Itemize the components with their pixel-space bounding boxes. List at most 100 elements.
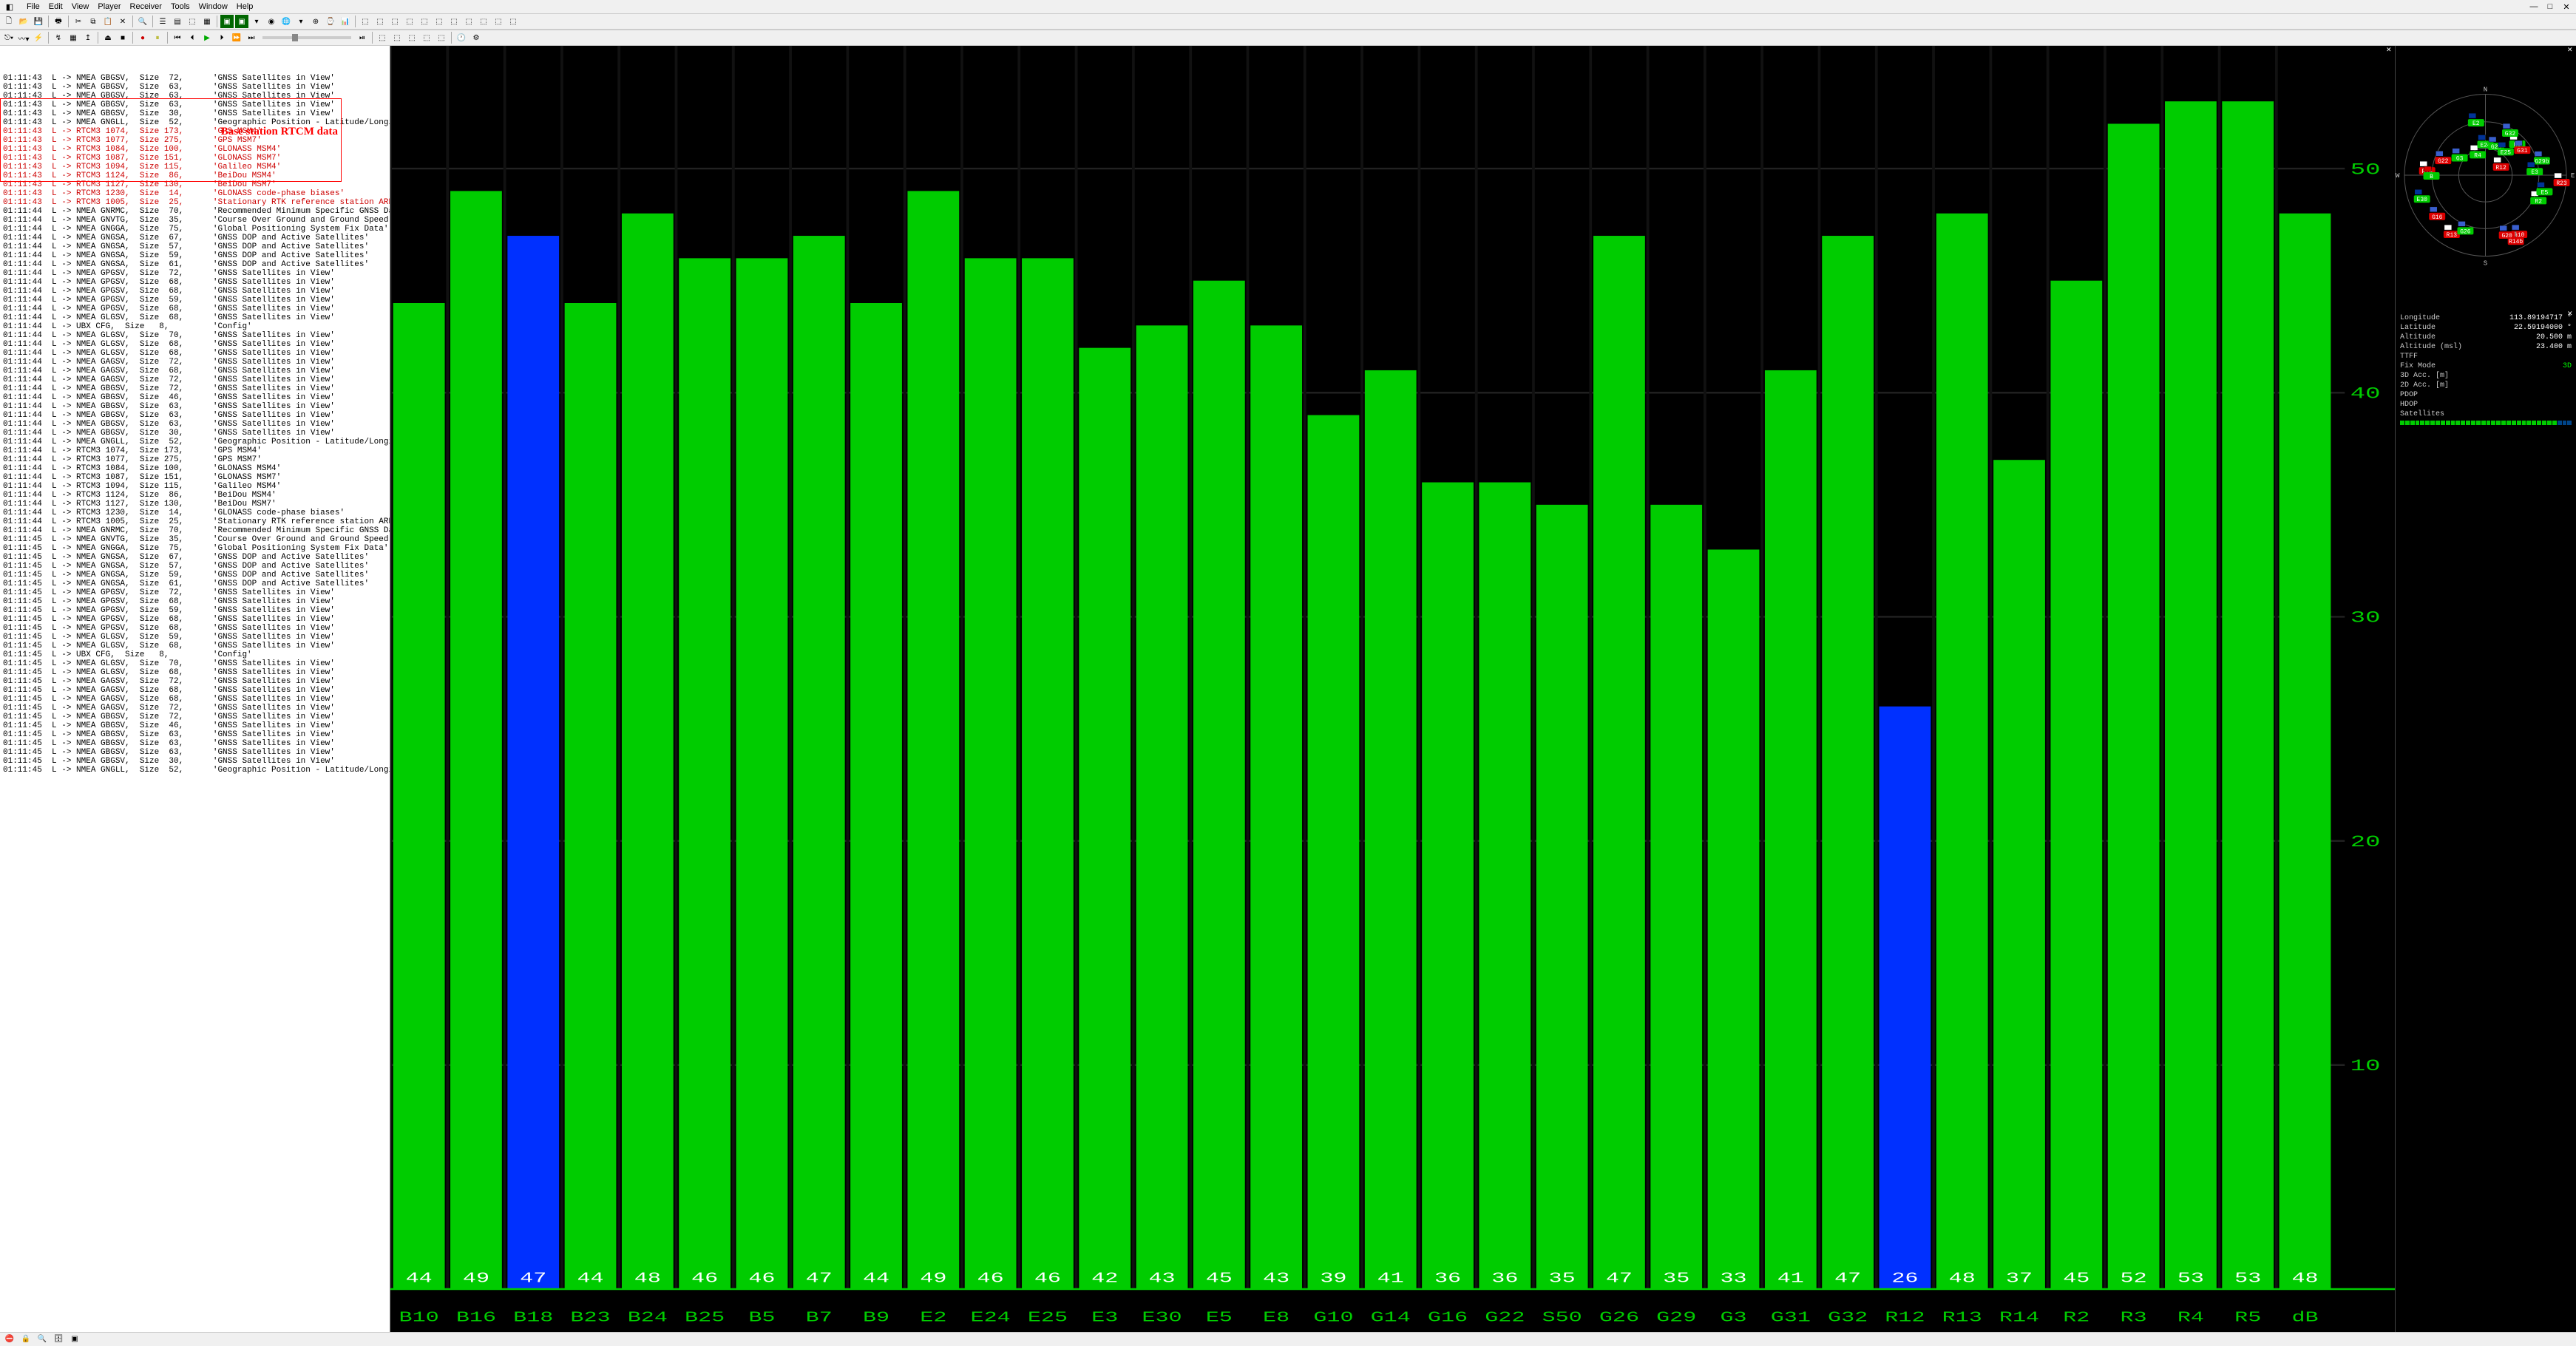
log-line: 01:11:44 L -> NMEA GBGSV, Size 72, 'GNSS… [3, 384, 387, 393]
step-fwd-icon[interactable]: ⏵ [215, 31, 228, 44]
new-icon[interactable]: 🗋 [2, 15, 16, 28]
info-label: TTFF [2400, 352, 2418, 361]
close-button[interactable]: ✕ [2560, 0, 2573, 13]
status-chip-icon[interactable]: ▣ [68, 1333, 81, 1346]
find-icon[interactable]: 🔍 [136, 15, 149, 28]
clock-icon[interactable]: 🕐 [455, 31, 468, 44]
panel-close-icon[interactable]: ✕ [2567, 310, 2576, 319]
copy-icon[interactable]: ⧉ [87, 15, 100, 28]
print-icon[interactable]: 🖶 [52, 15, 65, 28]
bar-label: E5 [1206, 1309, 1233, 1325]
sat-led [2563, 421, 2567, 425]
gear-icon[interactable]: ⚙ [470, 31, 483, 44]
cut-icon[interactable]: ✂ [72, 15, 85, 28]
info-row-altitude_msl: Altitude (msl)23.400 m [2400, 342, 2572, 352]
sat-led [2522, 421, 2526, 425]
bar-value: 53 [2177, 1270, 2204, 1286]
view1-icon[interactable]: ▣ [220, 15, 234, 28]
view-packet-icon[interactable]: ▤ [171, 15, 184, 28]
panel-close-icon[interactable]: ✕ [2567, 46, 2576, 55]
menu-view[interactable]: View [67, 1, 94, 12]
port-icon[interactable]: ⎋▾ [2, 31, 16, 44]
sat-led [2501, 421, 2506, 425]
menu-window[interactable]: Window [194, 1, 232, 12]
pin-icon[interactable]: ↥ [81, 31, 95, 44]
record-icon[interactable]: ● [136, 31, 149, 44]
sat-led [2496, 421, 2501, 425]
panel-close-icon[interactable]: ✕ [2386, 46, 2395, 55]
log-line: 01:11:43 L -> NMEA GBGSV, Size 63, 'GNSS… [3, 101, 387, 109]
signal-bar [1536, 505, 1588, 1289]
message-log[interactable]: Base station RTCM data 01:11:43 L -> NME… [0, 46, 390, 1332]
ffwd-icon[interactable]: ⏩ [230, 31, 243, 44]
status-lock-icon[interactable]: 🔒 [19, 1333, 33, 1346]
bar-value: 43 [1263, 1270, 1289, 1286]
sky-view-icon[interactable]: ◉ [265, 15, 278, 28]
chart-icon[interactable]: 📊 [339, 15, 352, 28]
map-icon[interactable]: ▾ [294, 15, 308, 28]
watch-icon[interactable]: ⌚ [324, 15, 337, 28]
pause-icon[interactable]: ⏸ [151, 31, 164, 44]
menu-tools[interactable]: Tools [166, 1, 194, 12]
menu-edit[interactable]: Edit [44, 1, 67, 12]
view-tree-icon[interactable]: ☰ [156, 15, 169, 28]
win9-icon[interactable]: ⬚ [477, 15, 490, 28]
sky-sat: G16 [2429, 207, 2445, 221]
open-icon[interactable]: 📂 [17, 15, 30, 28]
delete-icon[interactable]: ✕ [116, 15, 129, 28]
view2-icon[interactable]: ▣ [235, 15, 248, 28]
baud-icon[interactable]: 〰▾ [17, 31, 30, 44]
menu-receiver[interactable]: Receiver [126, 1, 166, 12]
misc5-icon[interactable]: ⬚ [435, 31, 448, 44]
playback-slider[interactable] [262, 36, 351, 39]
misc2-icon[interactable]: ⬚ [390, 31, 404, 44]
log-line: 01:11:45 L -> NMEA GNGGA, Size 75, 'Glob… [3, 544, 387, 553]
win6-icon[interactable]: ⬚ [433, 15, 446, 28]
menu-player[interactable]: Player [93, 1, 125, 12]
play-icon[interactable]: ▶ [200, 31, 214, 44]
bar-value: 44 [406, 1270, 433, 1286]
step-back-icon[interactable]: ⏴ [186, 31, 199, 44]
win4-icon[interactable]: ⬚ [403, 15, 416, 28]
paste-icon[interactable]: 📋 [101, 15, 115, 28]
connect-icon[interactable]: ⚡ [32, 31, 45, 44]
misc3-icon[interactable]: ⬚ [405, 31, 418, 44]
log-line: 01:11:44 L -> NMEA GBGSV, Size 46, 'GNSS… [3, 393, 387, 402]
world-icon[interactable]: 🌐 [279, 15, 293, 28]
status-stop-icon[interactable]: ⛔ [3, 1333, 16, 1346]
stop-icon[interactable]: ■ [116, 31, 129, 44]
autoset-icon[interactable]: ↯ [52, 31, 65, 44]
chip-icon[interactable]: ▦ [67, 31, 80, 44]
save-icon[interactable]: 💾 [32, 15, 45, 28]
misc1-icon[interactable]: ⬚ [376, 31, 389, 44]
compass-icon[interactable]: ⊕ [309, 15, 322, 28]
skip-start-icon[interactable]: ⏮ [171, 31, 184, 44]
info-row-fixmode: Fix Mode3D [2400, 361, 2572, 371]
win3-icon[interactable]: ⬚ [388, 15, 401, 28]
minimize-button[interactable]: — [2527, 0, 2541, 13]
menu-help[interactable]: Help [232, 1, 258, 12]
view3-icon[interactable]: ▾ [250, 15, 263, 28]
bar-value: 35 [1549, 1270, 1576, 1286]
misc4-icon[interactable]: ⬚ [420, 31, 433, 44]
log-line: 01:11:45 L -> NMEA GBGSV, Size 63, 'GNSS… [3, 730, 387, 739]
menu-file[interactable]: File [22, 1, 44, 12]
win7-icon[interactable]: ⬚ [447, 15, 461, 28]
skip-end-icon[interactable]: ⏭ [245, 31, 258, 44]
log-line: 01:11:44 L -> NMEA GPGSV, Size 68, 'GNSS… [3, 278, 387, 287]
win2-icon[interactable]: ⬚ [373, 15, 387, 28]
svg-text:E25: E25 [2501, 149, 2512, 156]
view-msg-icon[interactable]: ▦ [200, 15, 214, 28]
win8-icon[interactable]: ⬚ [462, 15, 475, 28]
end-icon[interactable]: ⏯ [356, 31, 369, 44]
status-db-icon[interactable]: 🗄 [52, 1333, 65, 1346]
maximize-button[interactable]: □ [2543, 0, 2557, 13]
view-hex-icon[interactable]: ⬚ [186, 15, 199, 28]
bar-label: R12 [1885, 1309, 1925, 1325]
win5-icon[interactable]: ⬚ [418, 15, 431, 28]
status-search-icon[interactable]: 🔍 [35, 1333, 49, 1346]
winB-icon[interactable]: ⬚ [506, 15, 520, 28]
win1-icon[interactable]: ⬚ [359, 15, 372, 28]
winA-icon[interactable]: ⬚ [492, 15, 505, 28]
eject-icon[interactable]: ⏏ [101, 31, 115, 44]
